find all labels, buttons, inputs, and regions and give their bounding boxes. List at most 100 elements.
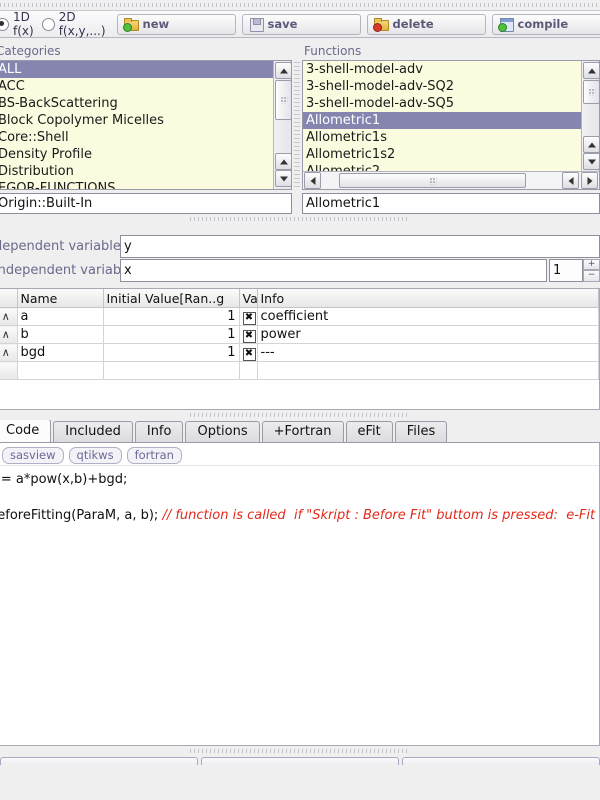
cell-name[interactable] — [17, 361, 104, 380]
list-item[interactable]: Density Profile — [0, 146, 274, 163]
hscroll-track[interactable] — [322, 172, 561, 189]
list-item[interactable]: Allometric1 — [303, 112, 582, 129]
hscroll-left-button[interactable] — [304, 172, 321, 189]
cell-initial[interactable]: 1 — [103, 307, 240, 326]
compile-button[interactable]: compile — [491, 13, 600, 35]
vary-checkbox-icon[interactable]: ✖ — [242, 311, 256, 325]
cell-name[interactable]: a — [17, 307, 104, 326]
functions-listbox[interactable]: 3-shell-model-adv 3-shell-model-adv-SQ2 … — [302, 60, 600, 190]
list-item[interactable]: BS-BackScattering — [0, 95, 274, 112]
scroll-down-button[interactable] — [583, 153, 599, 170]
scroll-up-button[interactable] — [275, 62, 291, 79]
independent-variable-input[interactable]: x — [120, 258, 547, 282]
cell-info[interactable]: power — [257, 325, 599, 344]
functions-horizontal-scrollbar[interactable] — [303, 171, 599, 189]
hscroll-left-button-2[interactable] — [562, 172, 579, 189]
tab-code[interactable]: Code — [0, 419, 52, 442]
row-handle[interactable] — [0, 361, 18, 380]
cell-vary[interactable]: ✖ — [239, 307, 258, 326]
list-item[interactable]: Distribution — [0, 163, 274, 180]
row-handle[interactable]: ∧ — [0, 343, 18, 362]
cell-name[interactable]: b — [17, 325, 104, 344]
stepper-down-button[interactable]: − — [583, 270, 600, 282]
list-item[interactable]: EGOR-FUNCTIONS — [0, 180, 274, 189]
function-name-field[interactable]: Allometric1 — [302, 193, 600, 214]
header-initial-value[interactable]: Initial Value[Ran..g — [103, 289, 240, 308]
list-item[interactable]: 3-shell-model-adv — [303, 61, 582, 78]
table-row[interactable]: ∧ b 1 ✖ power — [0, 325, 599, 344]
vary-checkbox-icon[interactable]: ✖ — [242, 347, 256, 361]
independent-count-value[interactable]: 1 — [549, 258, 583, 282]
scroll-thumb[interactable] — [583, 80, 599, 104]
dependent-variable-row: dependent variable y — [0, 234, 600, 258]
chip-qtikws[interactable]: qtikws — [68, 446, 122, 464]
lists-gutter[interactable] — [294, 62, 300, 190]
tab-options[interactable]: Options — [185, 421, 260, 442]
list-item[interactable]: ACC — [0, 78, 274, 95]
top-splitter-handle[interactable] — [0, 0, 600, 10]
list-item[interactable]: Allometric1s — [303, 129, 582, 146]
scroll-thumb[interactable] — [275, 80, 291, 120]
middle-splitter-handle[interactable] — [0, 214, 600, 224]
cell-name[interactable]: bgd — [17, 343, 104, 362]
scroll-up-button-2[interactable] — [275, 153, 291, 170]
save-button[interactable]: save — [241, 13, 361, 35]
tab-efit[interactable]: eFit — [345, 421, 393, 442]
bottom-button-2[interactable] — [201, 757, 399, 765]
parameters-table[interactable]: Name Initial Value[Ran..g Vary? Info ∧ a… — [0, 288, 600, 410]
dependent-variable-input[interactable]: y — [120, 234, 600, 258]
row-handle[interactable]: ∧ — [0, 325, 18, 344]
chip-fortran[interactable]: fortran — [126, 446, 182, 464]
bottom-button-1[interactable] — [0, 757, 198, 765]
table-row-empty[interactable] — [0, 361, 599, 380]
chip-sasview[interactable]: sasview — [2, 446, 64, 464]
delete-button[interactable]: delete — [366, 13, 486, 35]
categories-vertical-scrollbar[interactable] — [273, 61, 291, 189]
scroll-up-button[interactable] — [583, 62, 599, 79]
radio-mode-2d[interactable]: 2D f(x,y,...) — [41, 10, 106, 38]
row-handle[interactable]: ∧ — [0, 307, 18, 326]
cell-vary[interactable]: ✖ — [239, 343, 258, 362]
cell-vary[interactable]: ✖ — [239, 325, 258, 344]
cell-vary[interactable] — [239, 361, 258, 380]
header-info[interactable]: Info — [257, 289, 599, 308]
floppy-disk-icon — [249, 17, 264, 32]
stepper-up-button[interactable]: + — [583, 258, 600, 270]
code-bottom-splitter-handle[interactable] — [0, 746, 600, 756]
table-row[interactable]: ∧ a 1 ✖ coefficient — [0, 307, 599, 326]
functions-vertical-scrollbar[interactable] — [581, 61, 599, 172]
cell-info[interactable]: --- — [257, 343, 599, 362]
code-editor[interactable]: y = a*pow(x,b)+bgd; beforeFitting(ParaM,… — [0, 466, 599, 525]
new-button[interactable]: new — [116, 13, 236, 35]
list-item[interactable]: Block Copolymer Micelles — [0, 112, 274, 129]
scroll-up-button-2[interactable] — [583, 136, 599, 153]
list-item[interactable]: ALL — [0, 61, 274, 78]
table-code-splitter-handle[interactable] — [0, 410, 600, 420]
bottom-button-3[interactable] — [402, 757, 600, 765]
header-name[interactable]: Name — [17, 289, 104, 308]
list-item[interactable]: 3-shell-model-adv-SQ5 — [303, 95, 582, 112]
code-panel[interactable]: sasview qtikws fortran y = a*pow(x,b)+bg… — [0, 443, 600, 746]
cell-initial[interactable]: 1 — [103, 343, 240, 362]
independent-count-stepper[interactable]: 1 + − — [549, 258, 600, 282]
cell-initial[interactable] — [103, 361, 240, 380]
cell-info[interactable] — [257, 361, 599, 380]
tab-fortran[interactable]: +Fortran — [261, 421, 344, 442]
table-row[interactable]: ∧ bgd 1 ✖ --- — [0, 343, 599, 362]
scroll-down-button[interactable] — [275, 170, 291, 187]
tab-info[interactable]: Info — [134, 421, 184, 442]
list-item[interactable]: Core::Shell — [0, 129, 274, 146]
radio-mode-1d[interactable]: 1D f(x) — [0, 10, 34, 38]
list-item[interactable]: Allometric1s2 — [303, 146, 582, 163]
tab-files[interactable]: Files — [394, 421, 448, 442]
header-vary[interactable]: Vary? — [239, 289, 258, 308]
cell-info[interactable]: coefficient — [257, 307, 599, 326]
hscroll-thumb[interactable] — [339, 173, 526, 188]
tab-included[interactable]: Included — [53, 421, 133, 442]
list-item[interactable]: 3-shell-model-adv-SQ2 — [303, 78, 582, 95]
cell-initial[interactable]: 1 — [103, 325, 240, 344]
categories-listbox[interactable]: ALL ACC BS-BackScattering Block Copolyme… — [0, 60, 292, 190]
hscroll-right-button[interactable] — [581, 172, 598, 189]
vary-checkbox-icon[interactable]: ✖ — [242, 329, 256, 343]
origin-field[interactable]: Origin::Built-In — [0, 193, 292, 214]
